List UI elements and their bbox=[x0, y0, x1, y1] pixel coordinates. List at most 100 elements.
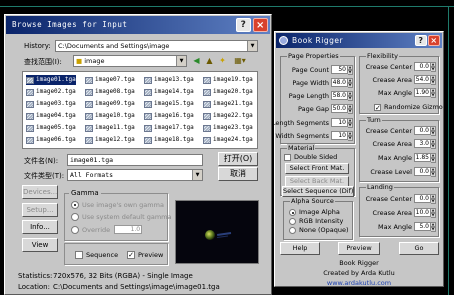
preview-checkbox[interactable]: ✓ Preview bbox=[127, 251, 163, 259]
new-folder-icon[interactable]: ✦ bbox=[217, 55, 228, 66]
double-sided-checkbox[interactable]: Double Sided bbox=[284, 153, 337, 161]
alpha-none-radio[interactable]: None (Opaque) bbox=[289, 226, 349, 234]
spinner-down-icon[interactable]: ▼ bbox=[431, 213, 436, 218]
file-item[interactable]: image06.tga bbox=[26, 135, 76, 145]
select-sequence-button[interactable]: Select Sequence (Dif) bbox=[282, 186, 354, 197]
up-folder-icon[interactable]: ▲ bbox=[204, 55, 215, 66]
close-button[interactable]: × bbox=[428, 35, 440, 46]
flex-max-angle-value[interactable]: 1.90 bbox=[414, 88, 431, 97]
info-button[interactable]: Info... bbox=[22, 220, 58, 234]
back-icon[interactable]: ◀ bbox=[191, 55, 202, 66]
spinner-down-icon[interactable]: ▼ bbox=[348, 83, 353, 88]
file-item[interactable]: image20.tga bbox=[203, 87, 253, 97]
land-max-angle-value[interactable]: 5.0 bbox=[414, 222, 431, 231]
spinner-down-icon[interactable]: ▼ bbox=[348, 123, 353, 128]
page-width-value[interactable]: 48.0 bbox=[331, 78, 348, 87]
spinner-down-icon[interactable]: ▼ bbox=[431, 172, 436, 177]
file-item[interactable]: image04.tga bbox=[26, 111, 76, 121]
checkbox[interactable] bbox=[284, 153, 291, 161]
cancel-button[interactable]: 取消 bbox=[218, 167, 258, 181]
gamma-system-radio[interactable]: Use system default gamma bbox=[71, 213, 171, 221]
spinner-down-icon[interactable]: ▼ bbox=[431, 158, 436, 163]
file-item[interactable]: image14.tga bbox=[144, 87, 194, 97]
width-segments-spinner[interactable]: 10 ▲ ▼ bbox=[331, 131, 353, 141]
flex-crease-center-spinner[interactable]: 0.0 ▲ ▼ bbox=[414, 62, 436, 72]
spinner-down-icon[interactable]: ▼ bbox=[431, 144, 436, 149]
spinner-down-icon[interactable]: ▼ bbox=[431, 227, 436, 232]
devices-button[interactable]: Devices... bbox=[22, 185, 58, 199]
radio-button[interactable] bbox=[71, 225, 79, 234]
help-icon-button[interactable]: ? bbox=[415, 35, 427, 46]
chevron-down-icon[interactable]: ▼ bbox=[247, 41, 257, 51]
file-item[interactable]: image16.tga bbox=[144, 111, 194, 121]
radio-button[interactable] bbox=[289, 208, 296, 216]
land-max-angle-spinner[interactable]: 5.0 ▲ ▼ bbox=[414, 222, 436, 232]
filename-input[interactable]: image01.tga bbox=[67, 154, 203, 166]
page-length-spinner[interactable]: 58.0 ▲ ▼ bbox=[331, 91, 353, 101]
checkbox[interactable] bbox=[75, 251, 83, 259]
close-button[interactable]: × bbox=[253, 18, 268, 32]
file-item[interactable]: image18.tga bbox=[144, 135, 194, 145]
spinner-down-icon[interactable]: ▼ bbox=[431, 199, 436, 204]
spinner-down-icon[interactable]: ▼ bbox=[431, 80, 436, 85]
page-gap-spinner[interactable]: 50.0 ▲ ▼ bbox=[331, 104, 353, 114]
file-item[interactable]: image09.tga bbox=[85, 99, 135, 109]
length-segments-value[interactable]: 10 bbox=[331, 118, 348, 127]
turn-crease-level-value[interactable]: 0.0 bbox=[414, 167, 431, 176]
file-item[interactable]: image22.tga bbox=[203, 111, 253, 121]
turn-crease-center-spinner[interactable]: 0.0 ▲ ▼ bbox=[414, 126, 436, 136]
file-item[interactable]: image19.tga bbox=[203, 75, 253, 85]
view-button[interactable]: View bbox=[22, 238, 58, 252]
checkbox-checked[interactable]: ✓ bbox=[127, 251, 135, 259]
gamma-own-radio[interactable]: Use image's own gamma bbox=[71, 201, 164, 209]
flex-crease-center-value[interactable]: 0.0 bbox=[414, 62, 431, 71]
length-segments-spinner[interactable]: 10 ▲ ▼ bbox=[331, 118, 353, 128]
page-width-spinner[interactable]: 48.0 ▲ ▼ bbox=[331, 78, 353, 88]
width-segments-value[interactable]: 10 bbox=[331, 131, 348, 140]
spinner-down-icon[interactable]: ▼ bbox=[348, 70, 353, 75]
preview-button[interactable]: Preview bbox=[338, 242, 380, 255]
file-item[interactable]: image24.tga bbox=[203, 135, 253, 145]
help-button[interactable]: ? bbox=[236, 18, 251, 32]
spinner-down-icon[interactable]: ▼ bbox=[348, 96, 353, 101]
turn-crease-center-value[interactable]: 0.0 bbox=[414, 126, 431, 135]
file-item[interactable]: image15.tga bbox=[144, 99, 194, 109]
radio-button[interactable] bbox=[289, 226, 296, 234]
help-button[interactable]: Help bbox=[280, 242, 320, 255]
file-item[interactable]: image02.tga bbox=[26, 87, 76, 97]
radio-button[interactable] bbox=[289, 217, 296, 225]
page-count-value[interactable]: 50 bbox=[331, 65, 348, 74]
override-value-field[interactable]: 1.0 bbox=[114, 225, 143, 234]
alpha-rgb-radio[interactable]: RGB Intensity bbox=[289, 217, 343, 225]
credit-url[interactable]: www.ardakutlu.com bbox=[275, 279, 443, 287]
file-item[interactable]: image03.tga bbox=[26, 99, 76, 109]
file-item[interactable]: image11.tga bbox=[85, 123, 135, 133]
spinner-down-icon[interactable]: ▼ bbox=[431, 131, 436, 136]
radio-button[interactable] bbox=[71, 213, 79, 221]
turn-crease-area-spinner[interactable]: 3.0 ▲ ▼ bbox=[414, 139, 436, 149]
file-item[interactable]: image13.tga bbox=[144, 75, 194, 85]
spinner-down-icon[interactable]: ▼ bbox=[348, 109, 353, 114]
lookin-dropdown[interactable]: ■ image ▼ bbox=[73, 55, 187, 67]
spinner-down-icon[interactable]: ▼ bbox=[348, 136, 353, 141]
turn-crease-level-spinner[interactable]: 0.0 ▲ ▼ bbox=[414, 167, 436, 177]
turn-crease-area-value[interactable]: 3.0 bbox=[414, 139, 431, 148]
radio-button[interactable] bbox=[71, 201, 79, 209]
chevron-down-icon[interactable]: ▼ bbox=[176, 56, 186, 66]
file-item[interactable]: image10.tga bbox=[85, 111, 135, 121]
file-item[interactable]: image23.tga bbox=[203, 123, 253, 133]
file-item[interactable]: image08.tga bbox=[85, 87, 135, 97]
file-item[interactable]: image07.tga bbox=[85, 75, 135, 85]
file-item[interactable]: image05.tga bbox=[26, 123, 76, 133]
file-item[interactable]: image17.tga bbox=[144, 123, 194, 133]
gamma-override-radio[interactable]: Override 1.0 bbox=[71, 225, 143, 234]
checkbox-checked[interactable]: ✓ bbox=[374, 103, 381, 111]
flex-crease-area-spinner[interactable]: 54.0 ▲ ▼ bbox=[414, 75, 436, 85]
flex-max-angle-spinner[interactable]: 1.90 ▲ ▼ bbox=[414, 88, 436, 98]
land-crease-area-spinner[interactable]: 10.0 ▲ ▼ bbox=[414, 208, 436, 218]
file-item[interactable]: image21.tga bbox=[203, 99, 253, 109]
randomize-gizmo-checkbox[interactable]: ✓ Randomize Gizmo bbox=[374, 103, 443, 111]
alpha-image-radio[interactable]: Image Alpha bbox=[289, 208, 340, 216]
file-item[interactable]: image01.tga bbox=[26, 75, 76, 85]
sequence-checkbox[interactable]: Sequence bbox=[75, 251, 118, 259]
